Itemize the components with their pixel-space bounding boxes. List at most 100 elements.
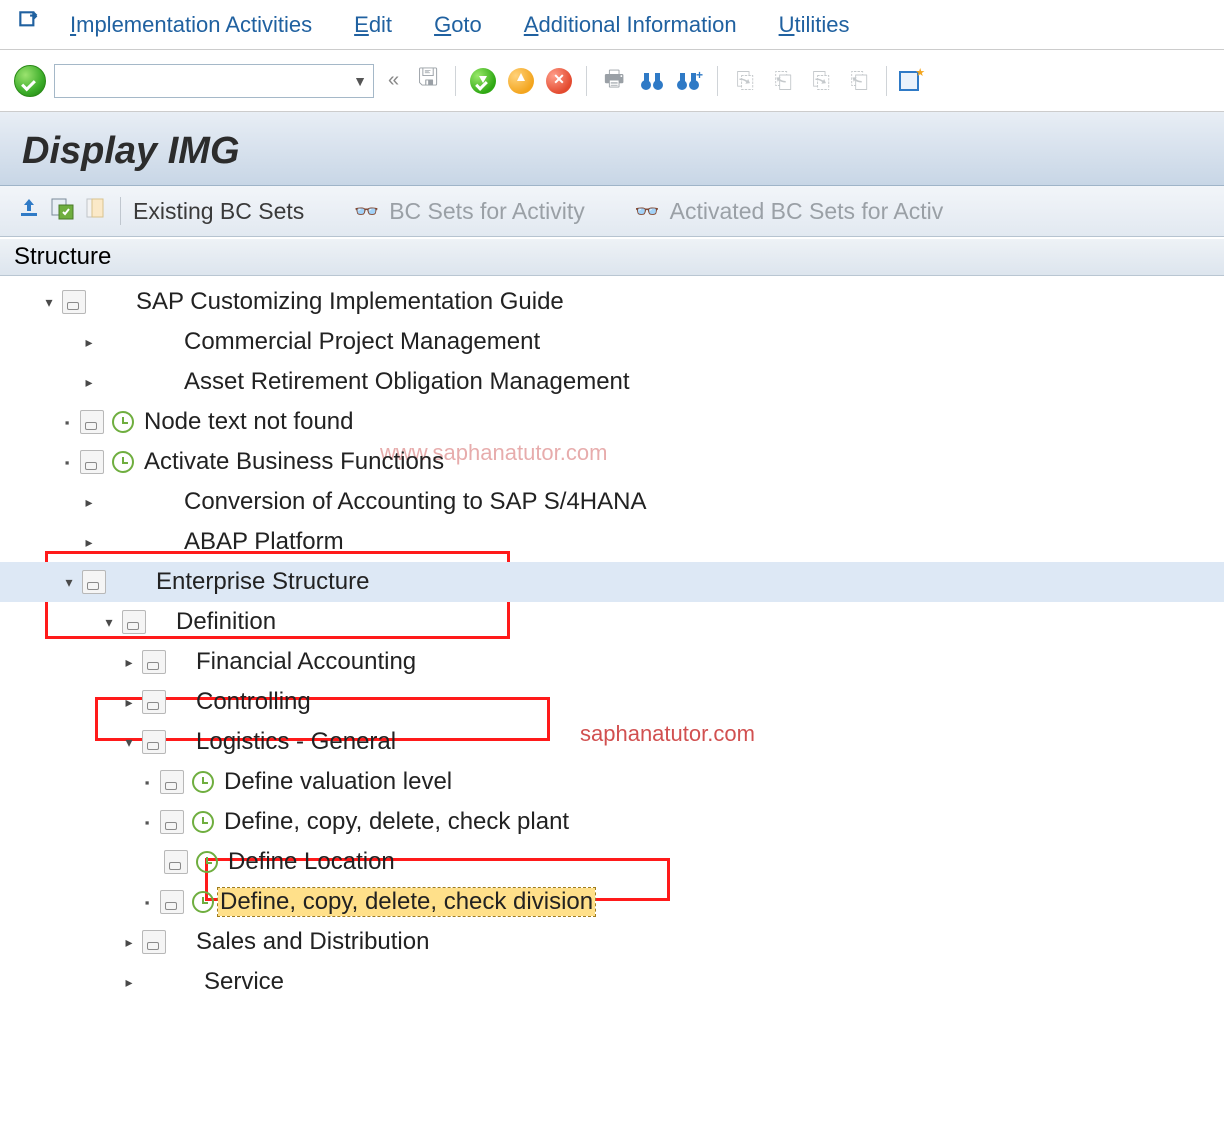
glasses-icon: 👓 — [354, 199, 379, 224]
dropdown-icon[interactable]: ▼ — [353, 73, 367, 89]
menu-program-icon[interactable] — [16, 8, 42, 41]
new-session-icon[interactable]: ★ — [899, 66, 929, 96]
tree-node[interactable]: Commercial Project Management — [0, 322, 1224, 362]
tree-label: Define Location — [222, 848, 395, 876]
tree-label: Define valuation level — [218, 768, 452, 796]
expand-toggle-icon[interactable] — [60, 574, 78, 591]
doc-icon[interactable] — [164, 850, 188, 874]
doc-icon[interactable] — [160, 810, 184, 834]
cancel-icon[interactable] — [544, 66, 574, 96]
menu-goto[interactable]: Goto — [434, 12, 482, 38]
tree-node[interactable]: Define Location — [0, 842, 1224, 882]
glasses-icon: 👓 — [635, 199, 660, 224]
expand-toggle-icon[interactable] — [100, 614, 118, 631]
doc-icon[interactable] — [160, 770, 184, 794]
command-field[interactable]: ▼ — [54, 64, 374, 98]
tree-node-root[interactable]: SAP Customizing Implementation Guide — [0, 282, 1224, 322]
find-icon[interactable] — [637, 66, 667, 96]
tree-node-define-division[interactable]: ▪ Define, copy, delete, check division — [0, 882, 1224, 922]
tree-label: Definition — [170, 608, 276, 636]
menu-edit[interactable]: Edit — [354, 12, 392, 38]
menu-additional-information[interactable]: Additional Information — [524, 12, 737, 38]
tree-node[interactable]: Controlling — [0, 682, 1224, 722]
expand-toggle-icon[interactable] — [80, 374, 98, 391]
activity-icon[interactable] — [192, 811, 214, 833]
activity-icon[interactable] — [192, 771, 214, 793]
expand-toggle-icon[interactable] — [120, 694, 138, 711]
activity-icon[interactable] — [112, 451, 134, 473]
tree-node[interactable]: ▪ Define, copy, delete, check plant — [0, 802, 1224, 842]
expand-toggle-icon[interactable] — [120, 934, 138, 951]
doc-icon[interactable] — [62, 290, 86, 314]
doc-icon[interactable] — [142, 730, 166, 754]
tree-node[interactable]: ▪ Activate Business Functions — [0, 442, 1224, 482]
last-page-icon: ⎗ — [844, 66, 874, 96]
tree-node[interactable]: ABAP Platform — [0, 522, 1224, 562]
doc-icon[interactable] — [80, 450, 104, 474]
tree-node[interactable]: Service — [0, 962, 1224, 1002]
separator — [455, 66, 456, 96]
doc-icon[interactable] — [160, 890, 184, 914]
tree-label: Sales and Distribution — [190, 928, 429, 956]
plus-icon[interactable]: ▪ — [140, 895, 154, 910]
tree-label: Conversion of Accounting to SAP S/4HANA — [178, 488, 646, 516]
exit-icon[interactable] — [506, 66, 536, 96]
activated-bc-sets-button: Activated BC Sets for Activ — [670, 198, 944, 225]
plus-icon[interactable]: ▪ — [140, 775, 154, 790]
doc-icon[interactable] — [122, 610, 146, 634]
tree-node[interactable]: ▪ Node text not found — [0, 402, 1224, 442]
plus-icon[interactable]: ▪ — [140, 815, 154, 830]
expand-toggle-icon[interactable] — [120, 654, 138, 671]
structure-column-header: Structure — [0, 239, 1224, 276]
doc-icon[interactable] — [82, 570, 106, 594]
tree-label: Define, copy, delete, check plant — [218, 808, 569, 836]
menu-utilities[interactable]: Utilities — [779, 12, 850, 38]
plus-icon[interactable]: ▪ — [60, 415, 74, 430]
save-icon: 🖫 — [413, 66, 443, 96]
expand-all-icon[interactable] — [18, 197, 40, 225]
add-to-worklist-icon[interactable] — [50, 196, 74, 226]
back-icon[interactable] — [468, 66, 498, 96]
tree-label: Enterprise Structure — [150, 568, 369, 596]
tree-node[interactable]: Conversion of Accounting to SAP S/4HANA — [0, 482, 1224, 522]
expand-toggle-icon[interactable] — [120, 974, 138, 991]
tree-node[interactable]: ▪ Define valuation level — [0, 762, 1224, 802]
tree-label: SAP Customizing Implementation Guide — [130, 288, 564, 316]
activity-icon[interactable] — [192, 891, 214, 913]
expand-toggle-icon[interactable] — [80, 334, 98, 351]
doc-icon[interactable] — [142, 690, 166, 714]
plus-icon[interactable]: ▪ — [60, 455, 74, 470]
separator — [886, 66, 887, 96]
prev-page-icon: ⎗ — [768, 66, 798, 96]
tree-label: Asset Retirement Obligation Management — [178, 368, 630, 396]
tree-node[interactable]: Sales and Distribution — [0, 922, 1224, 962]
tree-node-definition[interactable]: Definition — [0, 602, 1224, 642]
first-page-icon: ⎘ — [730, 66, 760, 96]
img-tree: www.saphanatutor.com saphanatutor.com SA… — [0, 276, 1224, 1022]
existing-bc-sets-button[interactable]: Existing BC Sets — [133, 198, 304, 225]
find-next-icon[interactable]: + — [675, 66, 705, 96]
expand-toggle-icon[interactable] — [80, 494, 98, 511]
expand-toggle-icon[interactable] — [40, 294, 58, 311]
tree-node[interactable]: Asset Retirement Obligation Management — [0, 362, 1224, 402]
tree-node-logistics-general[interactable]: Logistics - General — [0, 722, 1224, 762]
bc-sets-activity-button: BC Sets for Activity — [389, 198, 585, 225]
svg-text:+: + — [696, 69, 703, 82]
tree-node[interactable]: Financial Accounting — [0, 642, 1224, 682]
tree-label: ABAP Platform — [178, 528, 344, 556]
tree-label: Financial Accounting — [190, 648, 416, 676]
expand-toggle-icon[interactable] — [120, 734, 138, 751]
doc-icon[interactable] — [80, 410, 104, 434]
doc-icon[interactable] — [142, 650, 166, 674]
menu-implementation-activities[interactable]: Implementation Activities — [70, 12, 312, 38]
expand-toggle-icon[interactable] — [80, 534, 98, 551]
activity-icon[interactable] — [112, 411, 134, 433]
doc-icon[interactable] — [142, 930, 166, 954]
tree-label: Service — [198, 968, 284, 996]
collapse-icon[interactable]: « — [388, 69, 399, 92]
print-icon: 🖶 — [599, 66, 629, 96]
tree-node-enterprise-structure[interactable]: Enterprise Structure — [0, 562, 1224, 602]
tree-label: Define, copy, delete, check division — [218, 888, 595, 916]
enter-button[interactable] — [14, 65, 46, 97]
activity-icon[interactable] — [196, 851, 218, 873]
